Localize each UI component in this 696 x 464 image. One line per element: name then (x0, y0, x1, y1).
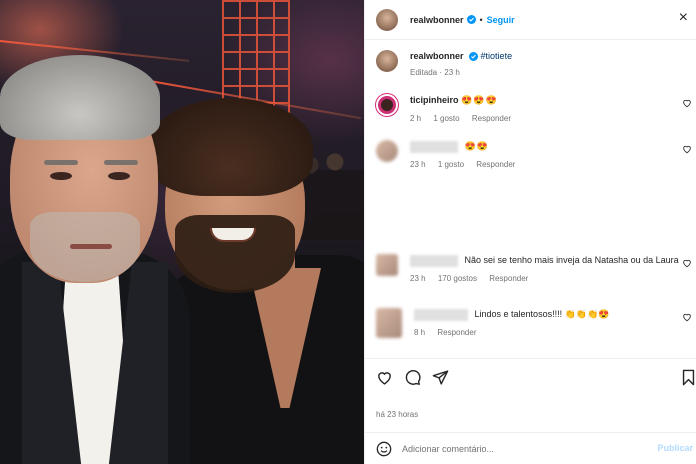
author-avatar[interactable] (376, 8, 398, 31)
commenter-username-blurred[interactable] (410, 140, 458, 153)
person-left-brow (104, 160, 138, 165)
commenter-avatar-blurred[interactable] (376, 308, 402, 338)
commenter-username[interactable]: ticipinheiro (410, 95, 459, 105)
bookmark-icon[interactable] (680, 369, 696, 386)
person-left-eye (108, 172, 130, 180)
verified-badge-icon (466, 15, 476, 24)
comment-text: Não sei se tenho mais inveja da Natasha … (464, 255, 679, 265)
comment-time: 2 h (410, 114, 422, 123)
post-photo (0, 0, 364, 464)
comment-input[interactable] (402, 443, 632, 454)
post-side-panel: realwbonner • Seguir × realwbonner #tiot… (364, 0, 696, 464)
publish-button[interactable]: Publicar (657, 443, 693, 453)
comment-time: 8 h (414, 328, 426, 337)
comment-likes[interactable]: 1 gosto (433, 114, 459, 123)
person-left-mouth (70, 244, 112, 249)
comment-text: 😍😍 (464, 141, 489, 151)
person-left-eye (50, 172, 72, 180)
commenter-avatar-blurred[interactable] (376, 140, 398, 162)
heart-icon[interactable] (376, 369, 393, 386)
comment-item: 😍😍 23 h 1 gosto Responder (376, 140, 691, 171)
heart-icon[interactable] (682, 144, 692, 154)
person-left-hair (0, 55, 160, 140)
post-time-ago: há 23 horas (376, 410, 419, 419)
caption-avatar[interactable] (376, 50, 398, 72)
reply-button[interactable]: Responder (489, 274, 528, 283)
reply-button[interactable]: Responder (472, 114, 511, 123)
heart-icon[interactable] (682, 258, 692, 268)
caption-meta: Editada · 23 h (410, 68, 460, 77)
author-username[interactable]: realwbonner (410, 15, 464, 25)
comment-item: ticipinheiro 😍😍😍 2 h 1 gosto Responder (376, 94, 691, 125)
reply-button[interactable]: Responder (437, 328, 476, 337)
caption-username[interactable]: realwbonner (410, 51, 464, 61)
commenter-avatar[interactable] (376, 94, 398, 116)
post-caption: realwbonner #tiotiete Editada · 23 h (376, 50, 512, 79)
comment-text: Lindos e talentosos!!!! 👏👏👏😍 (474, 309, 610, 319)
comment-time: 23 h (410, 160, 426, 169)
comment-text: 😍😍😍 (461, 95, 498, 105)
reply-button[interactable]: Responder (476, 160, 515, 169)
commenter-username-blurred[interactable] (410, 254, 458, 267)
heart-icon[interactable] (682, 98, 692, 108)
comment-item: Não sei se tenho mais inveja da Natasha … (376, 254, 691, 285)
person-right-beard (175, 215, 295, 293)
comment-time: 23 h (410, 274, 426, 283)
emoji-icon[interactable] (376, 441, 392, 457)
add-comment-bar: Publicar (365, 432, 696, 464)
comment-icon[interactable] (404, 369, 421, 386)
follow-button[interactable]: Seguir (487, 15, 515, 25)
post-actions-bar (365, 358, 696, 408)
comment-likes[interactable]: 170 gostos (438, 274, 477, 283)
person-right-hair (148, 98, 313, 196)
caption-hashtag[interactable]: #tiotiete (481, 51, 513, 61)
comment-likes[interactable]: 1 gosto (438, 160, 464, 169)
person-right-smile (210, 228, 256, 242)
header-separator: • (479, 14, 483, 25)
commenter-username-blurred[interactable] (414, 308, 468, 321)
post-header: realwbonner • Seguir (365, 0, 696, 40)
close-icon[interactable]: × (679, 10, 688, 26)
person-left-brow (44, 160, 78, 165)
share-icon[interactable] (432, 369, 449, 386)
commenter-avatar-blurred[interactable] (376, 254, 398, 276)
heart-icon[interactable] (682, 312, 692, 322)
comment-item: Lindos e talentosos!!!! 👏👏👏😍 8 h Respond… (376, 308, 691, 339)
verified-badge-icon (469, 52, 479, 62)
